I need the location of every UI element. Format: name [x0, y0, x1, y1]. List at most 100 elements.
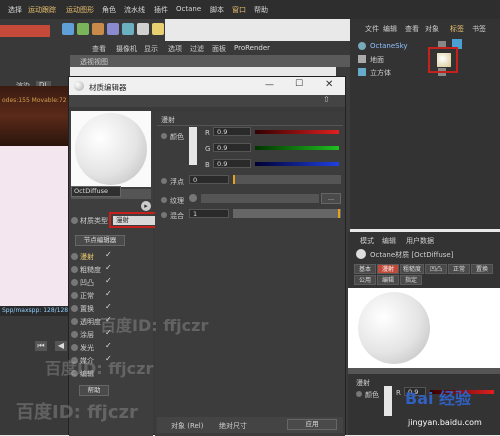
channel-transparency[interactable]: 透明度	[80, 317, 101, 327]
om-menu-tag[interactable]: 标签	[450, 24, 464, 34]
channel-radio[interactable]	[71, 305, 78, 312]
tab-diffuse[interactable]: 漫射	[377, 264, 399, 274]
viewport-menu-view[interactable]: 查看	[92, 44, 106, 54]
am-menu-userdata[interactable]: 用户数据	[406, 236, 434, 246]
generator-icon[interactable]	[92, 23, 104, 35]
viewport-menu-display[interactable]: 显示	[144, 44, 158, 54]
r-field[interactable]: 0.9	[213, 127, 251, 136]
object-floor[interactable]: 地面	[370, 55, 384, 65]
menu-window[interactable]: 窗口	[232, 5, 246, 15]
tab-bump[interactable]: 凹凸	[425, 264, 447, 274]
float-anim-icon[interactable]	[161, 178, 167, 184]
mix-anim-icon[interactable]	[161, 212, 167, 218]
menu-select[interactable]: 选择	[8, 5, 22, 15]
channel-emission[interactable]: 发光	[80, 343, 94, 353]
channel-radio[interactable]	[71, 331, 78, 338]
viewport-canvas[interactable]	[0, 146, 70, 306]
apply-button[interactable]: 应用	[287, 419, 337, 430]
channel-check-icon[interactable]: ✓	[105, 250, 112, 259]
tab-edit[interactable]: 编辑	[377, 275, 399, 285]
tab-normal[interactable]: 正常	[448, 264, 470, 274]
om-menu-file[interactable]: 文件	[365, 24, 379, 34]
float-field[interactable]: 0	[189, 175, 229, 184]
projection-select[interactable]: 对象 (Rel)	[171, 421, 204, 431]
tab-displacement[interactable]: 置换	[471, 264, 493, 274]
menu-octane[interactable]: Octane	[176, 5, 201, 13]
b-slider[interactable]	[255, 162, 339, 166]
menu-motion-tracking[interactable]: 运动跟踪	[28, 5, 56, 15]
texture-field[interactable]	[201, 194, 319, 203]
channel-bump[interactable]: 凹凸	[80, 278, 94, 288]
spline-icon[interactable]	[77, 23, 89, 35]
camera-icon[interactable]	[137, 23, 149, 35]
color-anim-icon[interactable]	[161, 133, 167, 139]
viewport-menu-camera[interactable]: 摄像机	[116, 44, 137, 54]
menu-plugins[interactable]: 插件	[154, 5, 168, 15]
menu-help[interactable]: 帮助	[254, 5, 268, 15]
om-menu-view[interactable]: 查看	[405, 24, 419, 34]
texture-browse-button[interactable]: ...	[321, 193, 341, 204]
absolute-size-select[interactable]: 绝对尺寸	[219, 421, 247, 431]
channel-check-icon[interactable]: ✓	[105, 263, 112, 272]
material-type-select[interactable]: 漫射	[113, 216, 157, 225]
mix-field[interactable]: 1	[189, 209, 229, 218]
am-color-swatch[interactable]	[384, 386, 392, 416]
viewport-menu-panel[interactable]: 面板	[212, 44, 226, 54]
om-menu-object[interactable]: 对象	[425, 24, 439, 34]
channel-radio[interactable]	[71, 253, 78, 260]
node-editor-button[interactable]: 节点编辑器	[75, 235, 125, 246]
r-slider[interactable]	[255, 130, 339, 134]
channel-diffuse[interactable]: 漫射	[80, 252, 94, 262]
viewport-menu-options[interactable]: 选项	[168, 44, 182, 54]
texture-anim-icon[interactable]	[161, 197, 167, 203]
channel-displacement[interactable]: 置换	[80, 304, 94, 314]
am-color-anim-icon[interactable]	[356, 391, 362, 397]
maximize-button[interactable]: ☐	[295, 79, 303, 89]
viewport-menu-filter[interactable]: 过滤	[190, 44, 204, 54]
tab-common[interactable]: 公用	[354, 275, 376, 285]
channel-check-icon[interactable]: ✓	[105, 302, 112, 311]
channel-check-icon[interactable]: ✓	[105, 289, 112, 298]
channel-roughness[interactable]: 粗糙度	[80, 265, 101, 275]
channel-normal[interactable]: 正常	[80, 291, 94, 301]
deformer-icon[interactable]	[107, 23, 119, 35]
skip-back-icon[interactable]: ⏮	[35, 341, 47, 351]
tab-roughness[interactable]: 粗糙度	[400, 264, 424, 274]
tab-basic[interactable]: 基本	[354, 264, 376, 274]
channel-radio[interactable]	[71, 344, 78, 351]
b-field[interactable]: 0.9	[213, 159, 251, 168]
viewport-menu-prorender[interactable]: ProRender	[234, 44, 270, 52]
cube-icon[interactable]	[62, 23, 74, 35]
menu-pipeline[interactable]: 流水线	[124, 5, 145, 15]
om-menu-edit[interactable]: 编辑	[383, 24, 397, 34]
mix-slider[interactable]	[233, 209, 341, 218]
type-radio[interactable]	[71, 217, 78, 224]
scene-icon[interactable]	[122, 23, 134, 35]
float-slider[interactable]	[233, 175, 341, 184]
close-button[interactable]: ✕	[325, 79, 333, 90]
mix-slider-handle[interactable]	[338, 209, 340, 218]
channel-check-icon[interactable]: ✓	[105, 276, 112, 285]
channel-radio[interactable]	[71, 292, 78, 299]
channel-check-icon[interactable]: ✓	[105, 341, 112, 350]
step-back-icon[interactable]: ◀	[55, 341, 67, 351]
light-icon[interactable]	[152, 23, 164, 35]
channel-coating[interactable]: 涂层	[80, 330, 94, 340]
channel-radio[interactable]	[71, 279, 78, 286]
tab-assign[interactable]: 指定	[400, 275, 422, 285]
minimize-button[interactable]: —	[265, 80, 274, 90]
menu-script[interactable]: 脚本	[210, 5, 224, 15]
menu-character[interactable]: 角色	[102, 5, 116, 15]
channel-radio[interactable]	[71, 318, 78, 325]
render-button-strip[interactable]	[0, 25, 50, 37]
color-swatch[interactable]	[189, 127, 197, 165]
g-field[interactable]: 0.9	[213, 143, 251, 152]
g-slider[interactable]	[255, 146, 339, 150]
object-cube[interactable]: 立方体	[370, 68, 391, 78]
float-slider-handle[interactable]	[233, 175, 235, 184]
material-menu-icon[interactable]: ▸	[141, 201, 151, 211]
object-octanesky[interactable]: OctaneSky	[370, 42, 408, 50]
menu-mograph[interactable]: 运动图形	[66, 5, 94, 15]
nav-arrows-icon[interactable]: ⇧	[323, 95, 330, 104]
am-menu-edit[interactable]: 编辑	[382, 236, 396, 246]
